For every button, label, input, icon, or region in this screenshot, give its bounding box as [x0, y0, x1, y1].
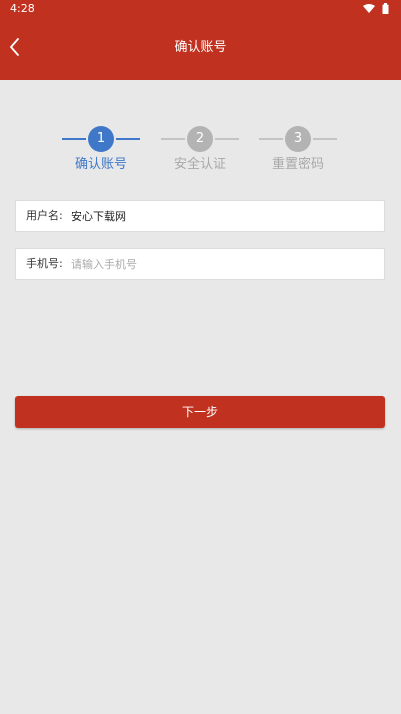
step-connector	[116, 138, 140, 140]
step-number: 2	[187, 126, 213, 152]
step-connector	[215, 138, 239, 140]
battery-icon	[382, 3, 389, 14]
app-header: 4:28 确认账号	[0, 0, 401, 80]
phone-input[interactable]	[71, 253, 371, 275]
nav-bar: 确认账号	[0, 18, 401, 80]
step-number: 1	[88, 126, 114, 152]
status-icons	[361, 3, 391, 15]
step-label: 安全认证	[173, 157, 226, 172]
step-label: 确认账号	[74, 157, 127, 172]
step-connector	[259, 138, 283, 140]
step-connector	[62, 138, 86, 140]
next-button[interactable]: 下一步	[15, 396, 385, 428]
username-row: 用户名:	[15, 200, 385, 232]
phone-row: 手机号:	[15, 248, 385, 280]
step-number: 3	[285, 126, 311, 152]
step-label: 重置密码	[271, 157, 324, 172]
status-time: 4:28	[10, 2, 35, 15]
step-indicator: 1 确认账号 2 安全认证 3 重置密码	[0, 118, 401, 178]
step-connector	[313, 138, 337, 140]
status-bar: 4:28	[0, 0, 401, 18]
step-2: 2 安全认证	[150, 118, 250, 178]
wifi-icon	[363, 4, 375, 13]
step-connector	[161, 138, 185, 140]
step-1: 1 确认账号	[51, 118, 151, 178]
username-label: 用户名:	[26, 209, 63, 222]
page-title: 确认账号	[174, 40, 227, 55]
step-3: 3 重置密码	[248, 118, 348, 178]
username-input[interactable]	[71, 205, 371, 227]
phone-label: 手机号:	[26, 257, 63, 270]
